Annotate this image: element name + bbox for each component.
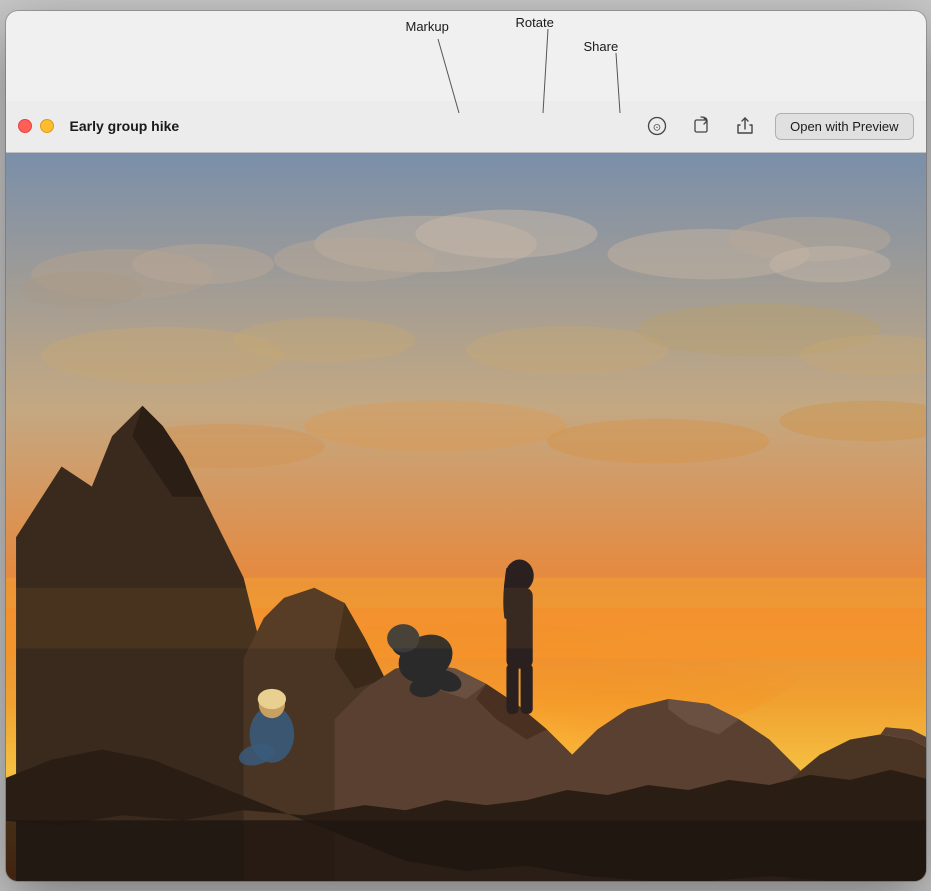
close-icon: ✕ [21,121,29,132]
rotate-icon [691,116,711,136]
rotate-tooltip: Rotate [516,15,554,30]
share-tooltip: Share [584,39,619,54]
markup-button[interactable]: ⊙ [643,112,671,140]
rotate-button[interactable] [687,112,715,140]
svg-text:⊙: ⊙ [653,123,661,134]
share-icon [735,116,755,136]
file-title: Early group hike [70,118,636,134]
window-controls: ✕ [18,119,54,133]
toolbar-actions: ⊙ Open with Preview [643,112,913,140]
minimize-button[interactable] [40,119,54,133]
image-container [6,153,926,881]
quick-look-window: Markup Rotate Share ✕ Early gro [6,11,926,881]
sunset-scene [6,153,926,881]
open-with-preview-button[interactable]: Open with Preview [775,113,913,140]
toolbar: ✕ Early group hike ⊙ [6,101,926,153]
markup-icon: ⊙ [647,116,667,136]
markup-tooltip: Markup [406,19,449,34]
share-button[interactable] [731,112,759,140]
close-button[interactable]: ✕ [18,119,32,133]
